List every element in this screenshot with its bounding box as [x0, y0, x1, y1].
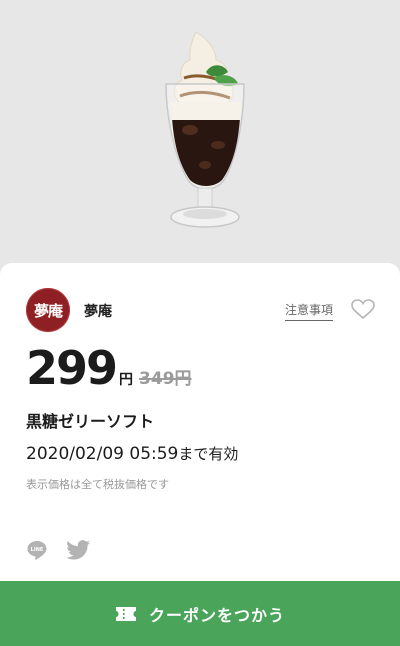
twitter-icon[interactable] — [67, 540, 91, 560]
shop-logo: 夢庵 — [26, 288, 70, 332]
price-row: 299 円 349円 — [26, 345, 192, 391]
validity: 2020/02/09 05:59 まで有効 — [26, 443, 238, 464]
coupon-card: 夢庵 夢庵 注意事項 299 円 349円 黒糖ゼリーソフト 2020/02/0… — [0, 263, 400, 646]
shop-name: 夢庵 — [84, 304, 112, 320]
notes-link[interactable]: 注意事項 — [285, 301, 334, 321]
shop-logo-text: 夢庵 — [33, 301, 63, 320]
line-icon[interactable]: LINE — [26, 539, 48, 561]
product-image — [0, 0, 400, 290]
use-coupon-button[interactable]: クーポンをつかう — [0, 581, 400, 646]
currency-unit: 円 — [119, 372, 134, 388]
ticket-icon — [115, 606, 136, 621]
current-price: 299 — [26, 341, 118, 395]
product-name: 黒糖ゼリーソフト — [26, 412, 155, 431]
use-coupon-label: クーポンをつかう — [148, 605, 285, 625]
svg-text:LINE: LINE — [31, 547, 44, 553]
original-price: 349円 — [139, 369, 192, 389]
validity-suffix: まで有効 — [178, 445, 239, 463]
heart-icon[interactable] — [350, 298, 376, 320]
tax-note: 表示価格は全て税抜価格です — [26, 478, 169, 491]
validity-date: 2020/02/09 05:59 — [26, 444, 179, 464]
parfait-illustration — [165, 31, 245, 228]
